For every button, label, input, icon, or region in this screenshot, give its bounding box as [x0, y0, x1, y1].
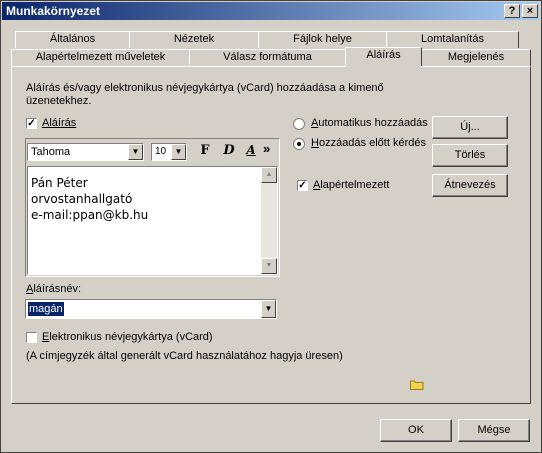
vcard-checkbox-label: Elektronikus névjegykártya (vCard) — [42, 331, 213, 343]
tab-alapertelmezett-muveletek[interactable]: Alapértelmezett műveletek — [11, 49, 190, 66]
rename-button[interactable]: Átnevezés — [432, 174, 508, 197]
signature-name-label: Aláírásnév: — [26, 283, 82, 295]
bold-button[interactable]: F — [197, 143, 213, 161]
font-size-value: 10 — [155, 146, 167, 157]
font-size-select[interactable]: 10 ▼ — [151, 143, 187, 161]
ok-button[interactable]: OK — [380, 419, 452, 442]
tab-nezetek[interactable]: Nézetek — [129, 31, 259, 48]
window-title: Munkakörnyezet — [6, 4, 101, 18]
italic-button[interactable]: D — [221, 143, 237, 161]
chevron-down-icon[interactable]: ▼ — [171, 144, 186, 160]
radio-ask-before[interactable] — [293, 138, 305, 150]
tab-lomtalanitas[interactable]: Lomtalanítás — [386, 31, 519, 48]
signature-line: e-mail:ppan@kb.hu — [31, 208, 149, 222]
signature-line: orvostanhallgató — [31, 192, 133, 206]
signature-line: Pán Péter — [31, 176, 88, 190]
default-checkbox[interactable]: ✓ — [297, 180, 308, 191]
font-select[interactable]: Tahoma ▼ — [27, 143, 144, 161]
tab-altalanos[interactable]: Általános — [15, 31, 130, 48]
signature-text: Pán Péter orvostanhallgató e-mail:ppan@k… — [31, 175, 148, 223]
font-select-value: Tahoma — [31, 146, 71, 158]
more-tools-button[interactable]: » — [263, 141, 275, 159]
active-tab-join — [346, 65, 421, 68]
delete-button[interactable]: Törlés — [432, 144, 508, 167]
chevron-down-icon[interactable]: ▼ — [128, 144, 143, 160]
radio-auto-add[interactable] — [293, 118, 305, 130]
title-bar[interactable]: Munkakörnyezet ? × — [2, 2, 539, 20]
description-text: Aláírás és/vagy elektronikus névjegykárt… — [26, 82, 384, 107]
default-checkbox-label: Alapértelmezett — [313, 179, 390, 191]
tab-fajlok-helye[interactable]: Fájlok helye — [258, 31, 387, 48]
tab-alairas[interactable]: Aláírás — [345, 47, 422, 66]
underline-button[interactable]: A — [244, 143, 258, 161]
cancel-button[interactable]: Mégse — [458, 419, 530, 442]
scroll-up-icon[interactable]: ▲ — [261, 167, 277, 183]
radio-selected-dot — [297, 142, 301, 146]
signature-name-select[interactable]: magán ▼ — [25, 299, 277, 319]
signature-checkbox-label: Aláírás — [42, 117, 77, 129]
tab-megjelenes[interactable]: Megjelenés — [421, 49, 531, 66]
radio-ask-before-label: Hozzáadás előtt kérdés — [311, 137, 426, 149]
signature-checkbox[interactable]: ✓ — [26, 118, 37, 129]
scroll-down-icon[interactable]: ▼ — [261, 258, 277, 274]
signature-editor[interactable]: Pán Péter orvostanhallgató e-mail:ppan@k… — [27, 166, 278, 275]
vcard-checkbox[interactable] — [26, 332, 37, 343]
folder-icon[interactable] — [410, 379, 424, 390]
scrollbar[interactable]: ▲ ▼ — [261, 167, 277, 274]
tab-valasz-formatuma[interactable]: Válasz formátuma — [189, 49, 346, 66]
help-button[interactable]: ? — [504, 4, 520, 18]
chevron-down-icon[interactable]: ▼ — [261, 300, 276, 318]
signature-name-value: magán — [27, 301, 65, 317]
radio-auto-add-label: Automatikus hozzáadás — [311, 117, 428, 129]
new-button[interactable]: Új... — [432, 116, 508, 139]
vcard-hint: (A címjegyzék által generált vCard haszn… — [26, 350, 343, 362]
close-button[interactable]: × — [522, 4, 538, 18]
